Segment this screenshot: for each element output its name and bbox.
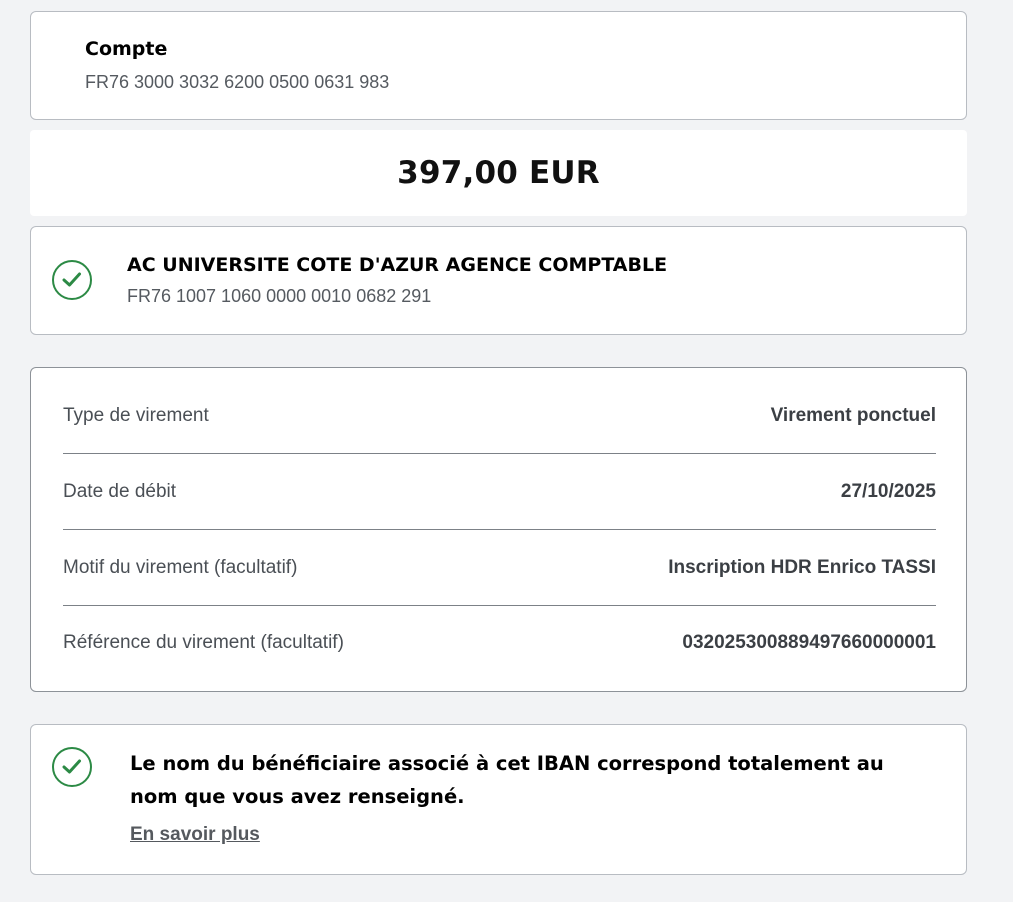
transfer-details-card: Type de virement Virement ponctuel Date … [30,367,967,692]
transfer-summary-page: Compte FR76 3000 3032 6200 0500 0631 983… [0,0,1013,902]
beneficiary-card: AC UNIVERSITE COTE D'AZUR AGENCE COMPTAB… [30,226,967,335]
amount-box: 397,00 EUR [30,130,967,216]
detail-label: Motif du virement (facultatif) [63,556,298,578]
detail-value: 27/10/2025 [840,480,936,502]
check-circle-icon [52,260,92,300]
check-circle-icon [52,747,92,787]
detail-row-reason: Motif du virement (facultatif) Inscripti… [63,530,936,606]
detail-value: Inscription HDR Enrico TASSI [668,556,936,578]
account-title: Compte [85,38,168,60]
detail-value: Virement ponctuel [770,404,936,426]
detail-label: Date de débit [63,480,177,502]
account-card: Compte FR76 3000 3032 6200 0500 0631 983 [30,11,967,120]
detail-row-type: Type de virement Virement ponctuel [63,378,936,454]
name-match-notice: Le nom du bénéficiaire associé à cet IBA… [30,724,967,875]
transfer-amount: 397,00 EUR [397,155,600,191]
name-match-message: Le nom du bénéficiaire associé à cet IBA… [130,752,884,808]
learn-more-link[interactable]: En savoir plus [130,824,260,846]
detail-row-debit-date: Date de débit 27/10/2025 [63,454,936,530]
detail-label: Référence du virement (facultatif) [63,632,344,653]
account-iban: FR76 3000 3032 6200 0500 0631 983 [85,72,390,92]
detail-label: Type de virement [63,404,209,426]
detail-row-reference: Référence du virement (facultatif) 03202… [63,605,936,681]
beneficiary-name: AC UNIVERSITE COTE D'AZUR AGENCE COMPTAB… [127,254,668,276]
beneficiary-iban: FR76 1007 1060 0000 0010 0682 291 [127,286,432,306]
detail-value: 032025300889497660000001 [682,632,936,653]
